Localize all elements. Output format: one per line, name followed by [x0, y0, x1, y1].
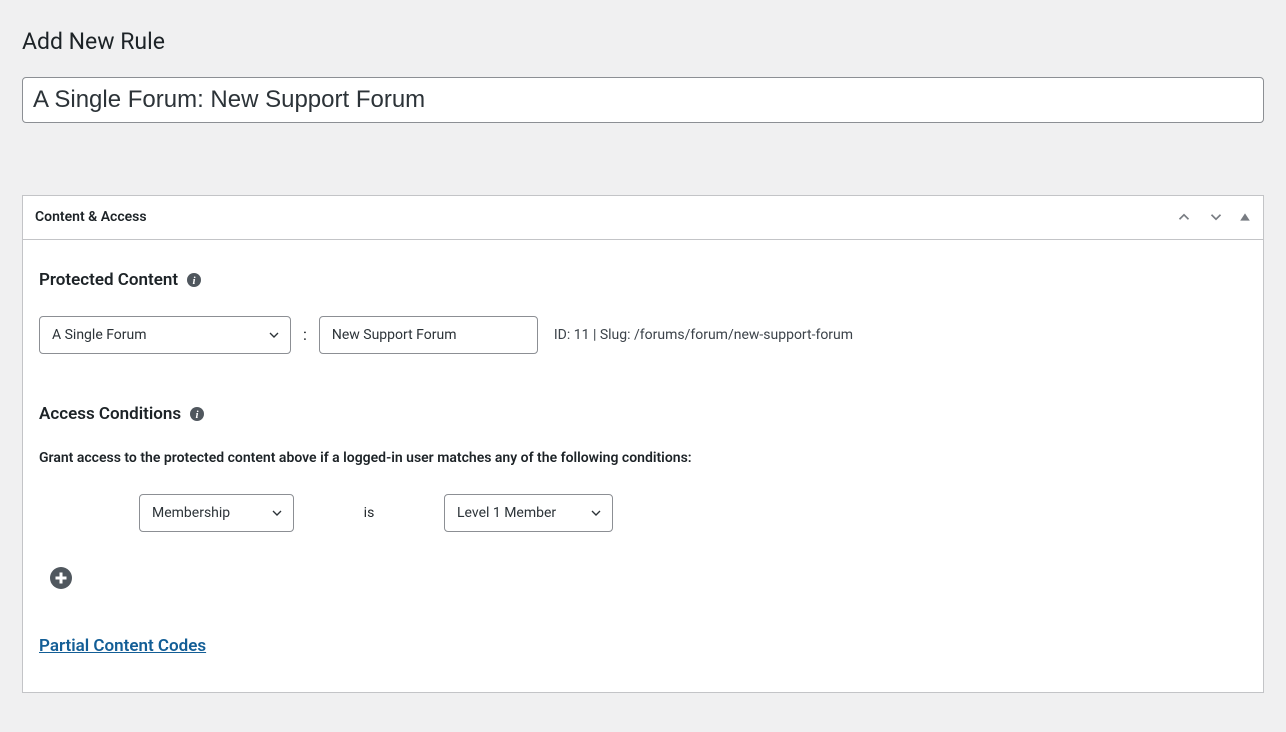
partial-content-codes-link[interactable]: Partial Content Codes — [39, 636, 206, 656]
protected-content-row: A Single Forum : New Support Forum ID: 1… — [39, 316, 1247, 354]
move-down-icon[interactable] — [1207, 208, 1225, 226]
condition-type-select[interactable]: Membership — [139, 494, 294, 532]
info-icon[interactable]: i — [186, 272, 202, 288]
metabox-body: Protected Content i A Single Forum : New… — [23, 240, 1263, 692]
condition-value-select[interactable]: Level 1 Member — [444, 494, 613, 532]
chevron-down-icon — [269, 505, 285, 521]
condition-row: Membership is Level 1 Member — [139, 494, 1247, 532]
condition-value-text: Level 1 Member — [457, 505, 556, 521]
content-meta-text: ID: 11 | Slug: /forums/forum/new-support… — [554, 327, 853, 343]
separator: : — [303, 325, 307, 344]
metabox-header: Content & Access — [23, 196, 1263, 240]
toggle-panel-icon[interactable] — [1239, 211, 1251, 223]
condition-type-value: Membership — [152, 505, 230, 521]
page-title: Add New Rule — [22, 18, 1264, 61]
content-access-metabox: Content & Access Protected Content i A S… — [22, 195, 1264, 693]
content-item-value: New Support Forum — [332, 327, 457, 343]
access-description: Grant access to the protected content ab… — [39, 450, 1247, 466]
chevron-down-icon — [266, 327, 282, 343]
metabox-title: Content & Access — [35, 209, 1175, 225]
content-type-select[interactable]: A Single Forum — [39, 316, 291, 354]
content-item-input[interactable]: New Support Forum — [319, 316, 538, 354]
info-icon[interactable]: i — [189, 406, 205, 422]
access-conditions-label: Access Conditions — [39, 404, 181, 424]
protected-content-label: Protected Content — [39, 270, 178, 290]
access-conditions-heading: Access Conditions i — [39, 404, 1247, 424]
metabox-controls — [1175, 208, 1251, 226]
rule-title-input[interactable] — [22, 77, 1264, 123]
condition-operator: is — [294, 505, 444, 521]
protected-content-heading: Protected Content i — [39, 270, 1247, 290]
content-type-value: A Single Forum — [52, 327, 147, 343]
add-condition-button[interactable] — [49, 566, 73, 590]
move-up-icon[interactable] — [1175, 208, 1193, 226]
chevron-down-icon — [588, 505, 604, 521]
